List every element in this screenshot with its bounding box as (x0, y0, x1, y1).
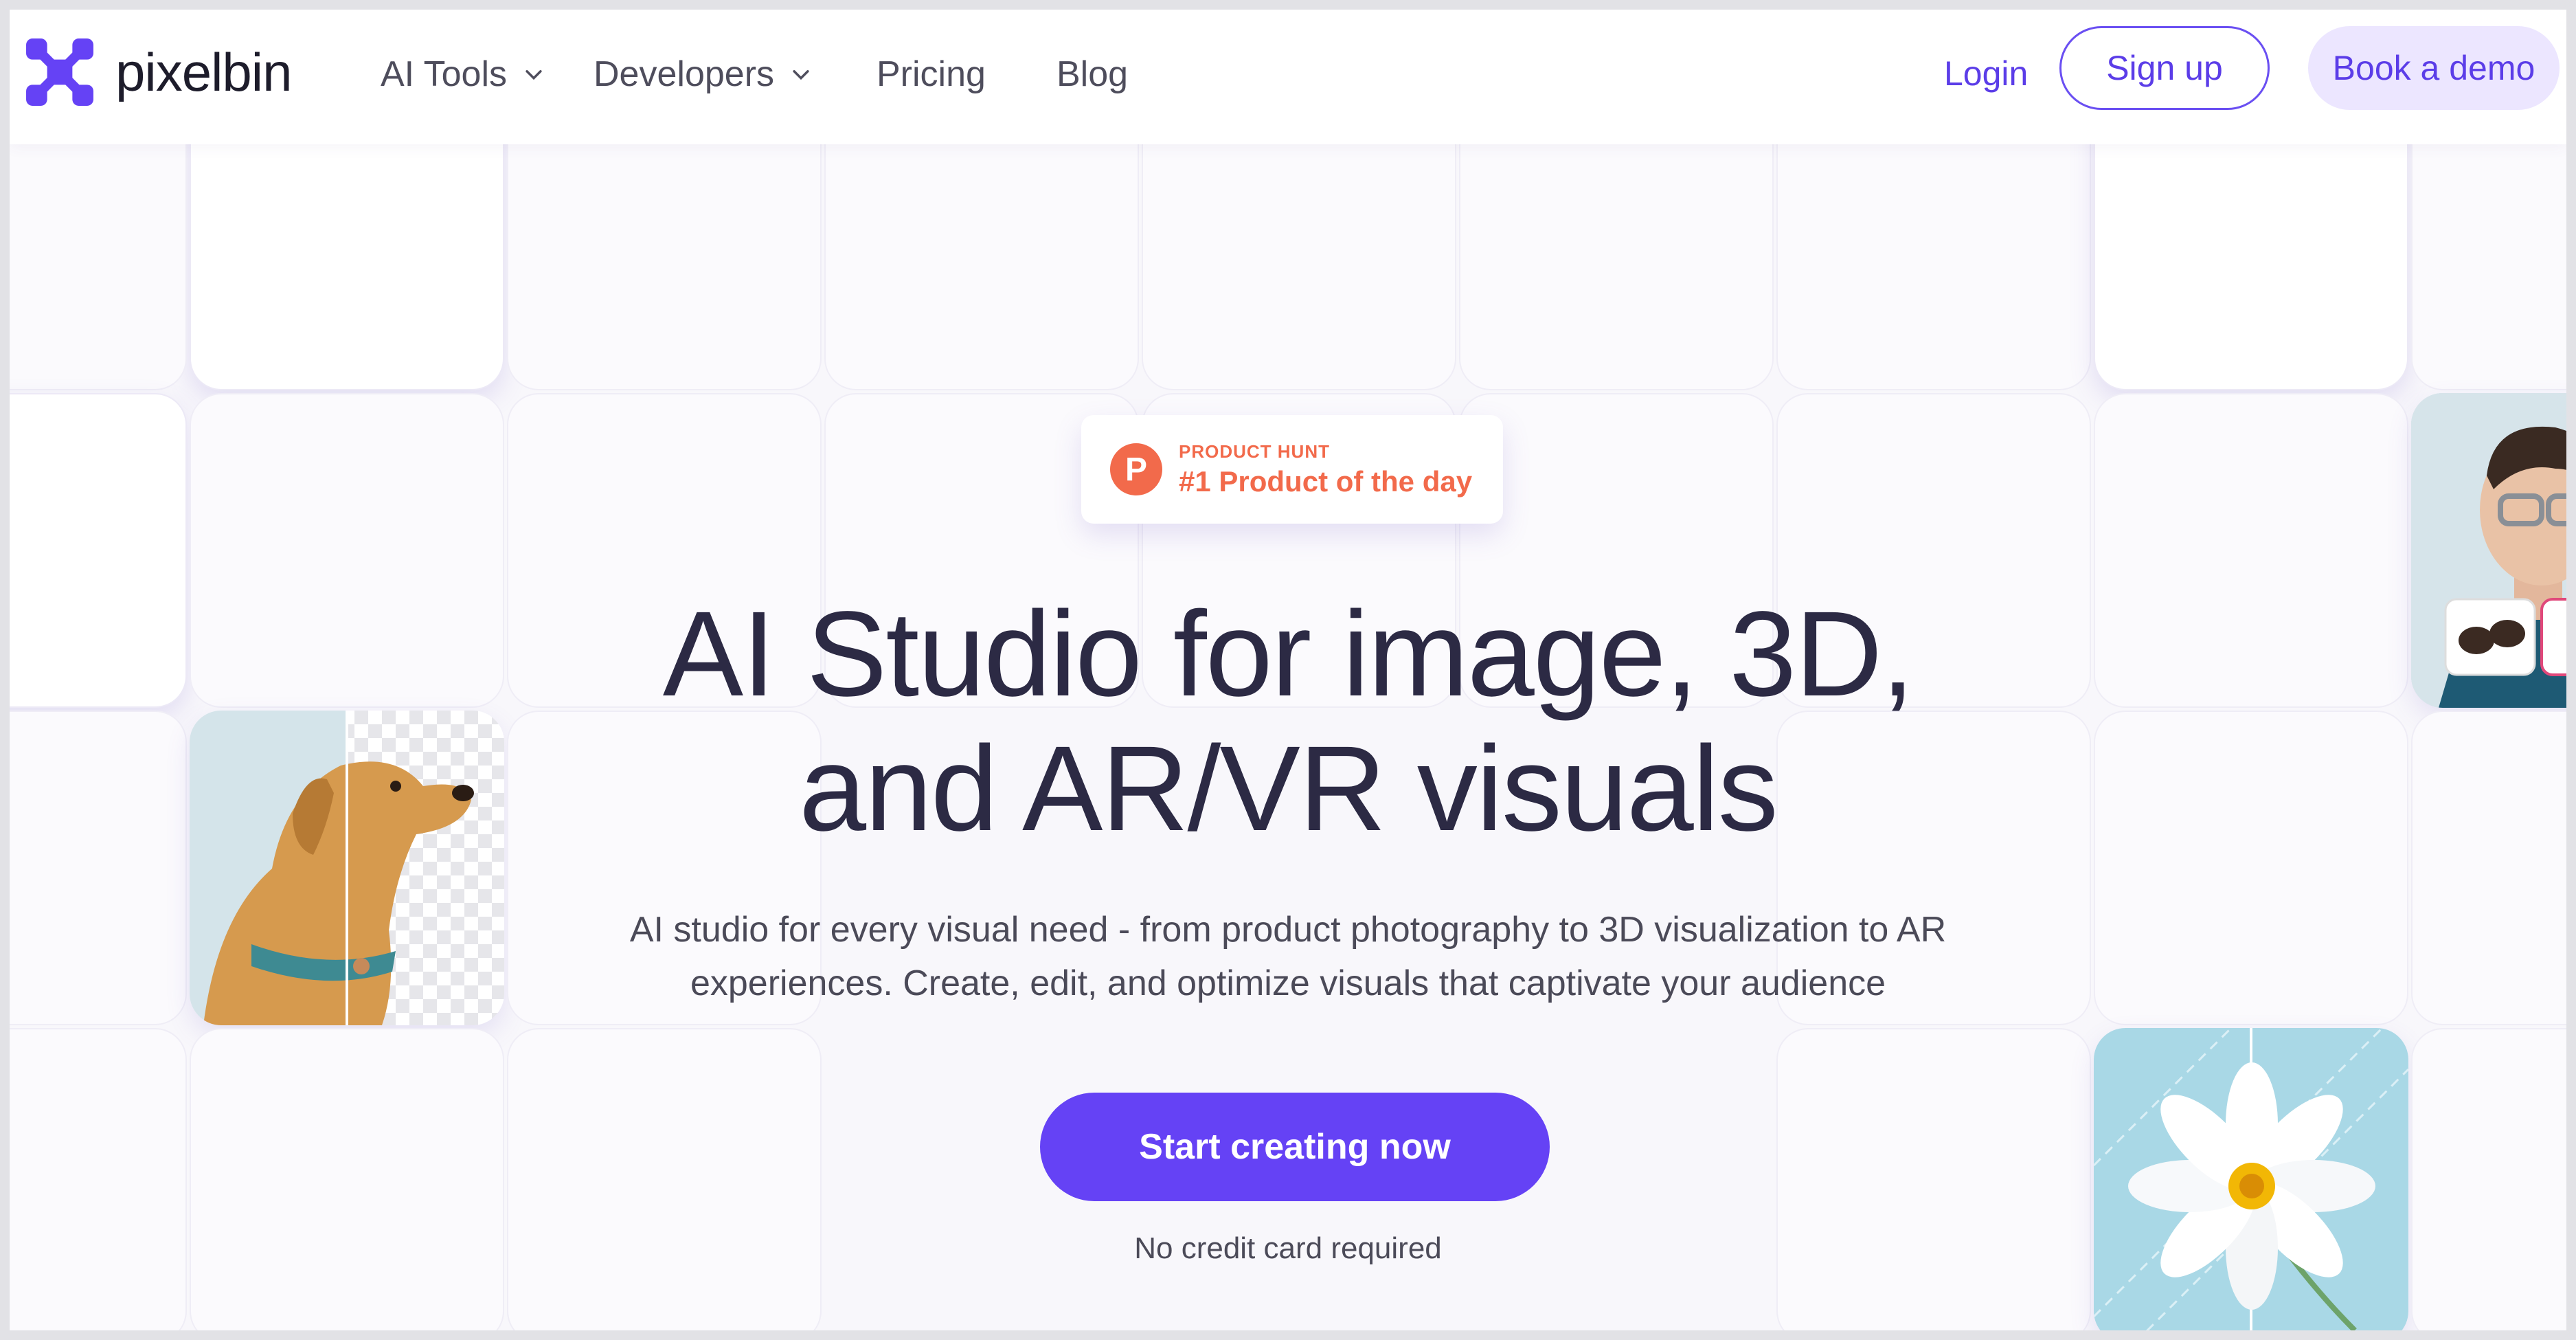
badge-kicker: PRODUCT HUNT (1179, 440, 1330, 462)
hero-title: AI Studio for image, 3D, and AR/VR visua… (10, 587, 2566, 856)
grid-tile (10, 1028, 187, 1330)
hero-subtitle: AI studio for every visual need - from p… (628, 903, 1948, 1010)
signup-button[interactable]: Sign up (2059, 26, 2270, 110)
nav-blog-label: Blog (1057, 54, 1129, 94)
hero-title-line-2: and AR/VR visuals (799, 722, 1778, 856)
grid-tile (2411, 1028, 2566, 1330)
product-hunt-badge[interactable]: P PRODUCT HUNT #1 Product of the day (1081, 415, 1503, 524)
no-credit-card-note: No credit card required (1134, 1231, 1442, 1265)
brand-name: pixelbin (115, 41, 293, 102)
page: pixelbin AI Tools Developers Pricing Blo… (10, 10, 2566, 1330)
nav-developers-label: Developers (594, 54, 775, 94)
grid-tile (190, 1028, 504, 1330)
chevron-down-icon (526, 70, 542, 80)
nav-ai-tools[interactable]: AI Tools (381, 54, 545, 95)
login-link[interactable]: Login (1944, 54, 2028, 93)
pixelbin-logo-icon (26, 38, 93, 106)
nav-developers[interactable]: Developers (594, 54, 813, 95)
product-hunt-icon: P (1110, 443, 1162, 495)
chevron-down-icon (793, 70, 809, 80)
grid-tile (507, 1028, 822, 1330)
nav-pricing[interactable]: Pricing (877, 54, 986, 95)
start-creating-button[interactable]: Start creating now (1040, 1093, 1550, 1201)
nav-pricing-label: Pricing (877, 54, 986, 94)
book-demo-button[interactable]: Book a demo (2308, 26, 2560, 110)
hero-subtitle-line-2: experiences. Create, edit, and optimize … (690, 963, 1886, 1003)
badge-title: #1 Product of the day (1179, 465, 1473, 498)
brand-logo[interactable]: pixelbin (25, 37, 293, 107)
hero-title-line-1: AI Studio for image, 3D, (662, 587, 1914, 722)
top-navbar: pixelbin AI Tools Developers Pricing Blo… (10, 10, 2566, 144)
grid-tile (1776, 1028, 2091, 1330)
hero-subtitle-line-1: AI studio for every visual need - from p… (629, 910, 1947, 950)
flower-image (2094, 1028, 2408, 1330)
flower-tile (2094, 1028, 2408, 1330)
nav-blog[interactable]: Blog (1057, 54, 1128, 95)
nav-ai-tools-label: AI Tools (381, 54, 508, 94)
